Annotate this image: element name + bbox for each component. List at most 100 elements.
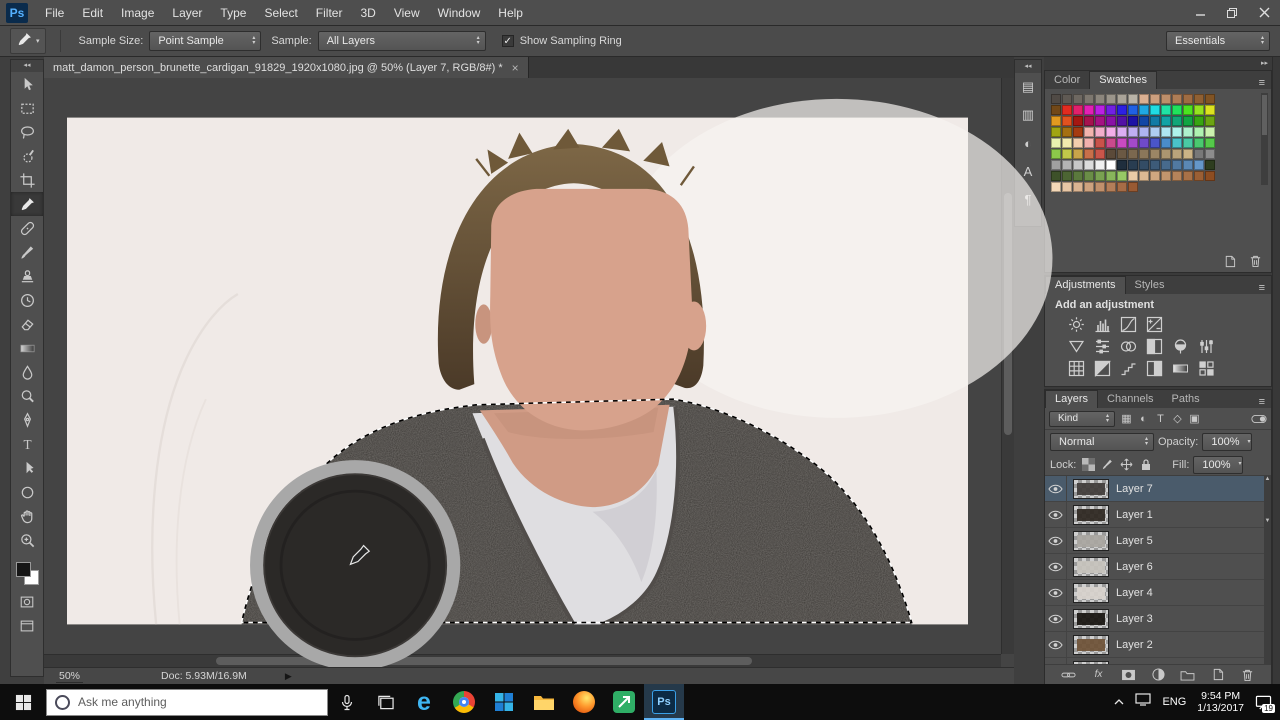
color-swatch[interactable]: [1183, 105, 1193, 115]
color-swatch[interactable]: [1117, 138, 1127, 148]
adjustment-black-white[interactable]: [1143, 336, 1165, 357]
color-swatch[interactable]: [1128, 105, 1138, 115]
system-monitor-icon[interactable]: [1135, 693, 1151, 711]
color-swatch[interactable]: [1183, 171, 1193, 181]
menu-edit[interactable]: Edit: [73, 0, 112, 26]
adjustment-curves[interactable]: [1117, 314, 1139, 335]
color-swatch[interactable]: [1051, 171, 1061, 181]
color-swatch[interactable]: [1106, 105, 1116, 115]
color-swatch[interactable]: [1205, 116, 1215, 126]
dock-scroll-gutter[interactable]: [1272, 57, 1280, 684]
color-swatch[interactable]: [1117, 149, 1127, 159]
color-swatch[interactable]: [1194, 105, 1204, 115]
color-swatch[interactable]: [1139, 127, 1149, 137]
link-layers-button[interactable]: [1059, 666, 1079, 684]
color-swatch[interactable]: [1128, 171, 1138, 181]
layer-row-layer-4[interactable]: Layer 4: [1045, 580, 1271, 606]
color-swatch[interactable]: [1161, 116, 1171, 126]
fill-field[interactable]: 100% ▾: [1193, 456, 1243, 474]
tab-styles[interactable]: Styles: [1126, 277, 1174, 294]
color-swatch[interactable]: [1172, 116, 1182, 126]
layer-effects-button[interactable]: fx: [1089, 666, 1109, 684]
status-menu-arrow-icon[interactable]: ▶: [285, 671, 292, 682]
adjustment-vibrance[interactable]: [1065, 336, 1087, 357]
color-swatch[interactable]: [1183, 138, 1193, 148]
visibility-toggle[interactable]: [1045, 502, 1067, 527]
color-swatch[interactable]: [1051, 138, 1061, 148]
color-swatch[interactable]: [1194, 149, 1204, 159]
sample-dropdown[interactable]: All Layers▴▾: [318, 31, 486, 51]
adjustment-selective-color[interactable]: [1195, 358, 1217, 379]
visibility-toggle[interactable]: [1045, 658, 1067, 664]
menu-3d[interactable]: 3D: [351, 0, 384, 26]
visibility-toggle[interactable]: [1045, 606, 1067, 631]
color-swatch[interactable]: [1128, 94, 1138, 104]
color-swatch[interactable]: [1106, 138, 1116, 148]
color-swatch[interactable]: [1084, 182, 1094, 192]
task-view-button[interactable]: [366, 684, 404, 720]
color-swatch[interactable]: [1073, 94, 1083, 104]
color-swatch[interactable]: [1161, 138, 1171, 148]
start-button[interactable]: [0, 684, 46, 720]
menu-window[interactable]: Window: [429, 0, 490, 26]
color-swatch[interactable]: [1062, 182, 1072, 192]
color-swatch[interactable]: [1062, 160, 1072, 170]
color-swatch[interactable]: [1073, 182, 1083, 192]
quick-mask-button[interactable]: [11, 590, 43, 614]
color-swatch[interactable]: [1194, 171, 1204, 181]
tool-brush[interactable]: [11, 240, 43, 264]
canvas[interactable]: [67, 117, 968, 625]
color-swatch[interactable]: [1150, 160, 1160, 170]
color-swatch[interactable]: [1128, 116, 1138, 126]
collapse-dock-icon[interactable]: ▸▸: [1044, 57, 1280, 70]
color-swatch[interactable]: [1139, 138, 1149, 148]
color-swatch[interactable]: [1205, 94, 1215, 104]
tool-rectangular-marquee[interactable]: [11, 96, 43, 120]
delete-swatch-button[interactable]: [1245, 252, 1265, 270]
zoom-level-field[interactable]: 50%: [56, 670, 83, 683]
layer-thumbnail[interactable]: [1073, 609, 1109, 629]
color-swatch[interactable]: [1172, 171, 1182, 181]
adjustment-exposure[interactable]: [1143, 314, 1165, 335]
color-swatch[interactable]: [1194, 116, 1204, 126]
color-swatch[interactable]: [1205, 105, 1215, 115]
color-swatch[interactable]: [1051, 149, 1061, 159]
color-swatch[interactable]: [1073, 149, 1083, 159]
color-swatch[interactable]: [1183, 116, 1193, 126]
tool-ellipse[interactable]: [11, 480, 43, 504]
layer-row-layer-5[interactable]: Layer 5: [1045, 528, 1271, 554]
tray-expand-icon[interactable]: [1114, 693, 1124, 711]
layer-row-layer-6[interactable]: Layer 6: [1045, 554, 1271, 580]
color-swatch[interactable]: [1095, 182, 1105, 192]
color-swatch[interactable]: [1183, 160, 1193, 170]
blend-mode-dropdown[interactable]: Normal ▴▾: [1050, 433, 1154, 451]
adjustment-invert[interactable]: [1091, 358, 1113, 379]
adjustment-color-balance[interactable]: [1117, 336, 1139, 357]
color-swatch[interactable]: [1051, 182, 1061, 192]
tool-zoom[interactable]: [11, 528, 43, 552]
color-swatch[interactable]: [1051, 94, 1061, 104]
horizontal-scrollbar[interactable]: [44, 654, 1001, 667]
restore-button[interactable]: [1216, 0, 1248, 25]
adjustment-layer-button[interactable]: [1148, 666, 1168, 684]
menu-filter[interactable]: Filter: [307, 0, 352, 26]
new-layer-button[interactable]: [1208, 666, 1228, 684]
color-swatch[interactable]: [1117, 94, 1127, 104]
taskbar-green-app[interactable]: [604, 684, 644, 720]
taskbar-file-explorer[interactable]: [524, 684, 564, 720]
adjustment-posterize[interactable]: [1117, 358, 1139, 379]
color-swatch[interactable]: [1150, 105, 1160, 115]
color-swatch[interactable]: [1161, 105, 1171, 115]
tool-spot-healing-brush[interactable]: [11, 216, 43, 240]
tool-path-selection[interactable]: [11, 456, 43, 480]
color-swatch[interactable]: [1150, 116, 1160, 126]
color-swatch[interactable]: [1117, 127, 1127, 137]
opacity-field[interactable]: 100% ▾: [1202, 433, 1252, 451]
taskbar-store[interactable]: [484, 684, 524, 720]
color-swatch[interactable]: [1128, 160, 1138, 170]
tool-move[interactable]: [11, 72, 43, 96]
color-swatch[interactable]: [1095, 116, 1105, 126]
color-swatch[interactable]: [1183, 127, 1193, 137]
color-swatch[interactable]: [1062, 171, 1072, 181]
adjustment-levels[interactable]: [1091, 314, 1113, 335]
